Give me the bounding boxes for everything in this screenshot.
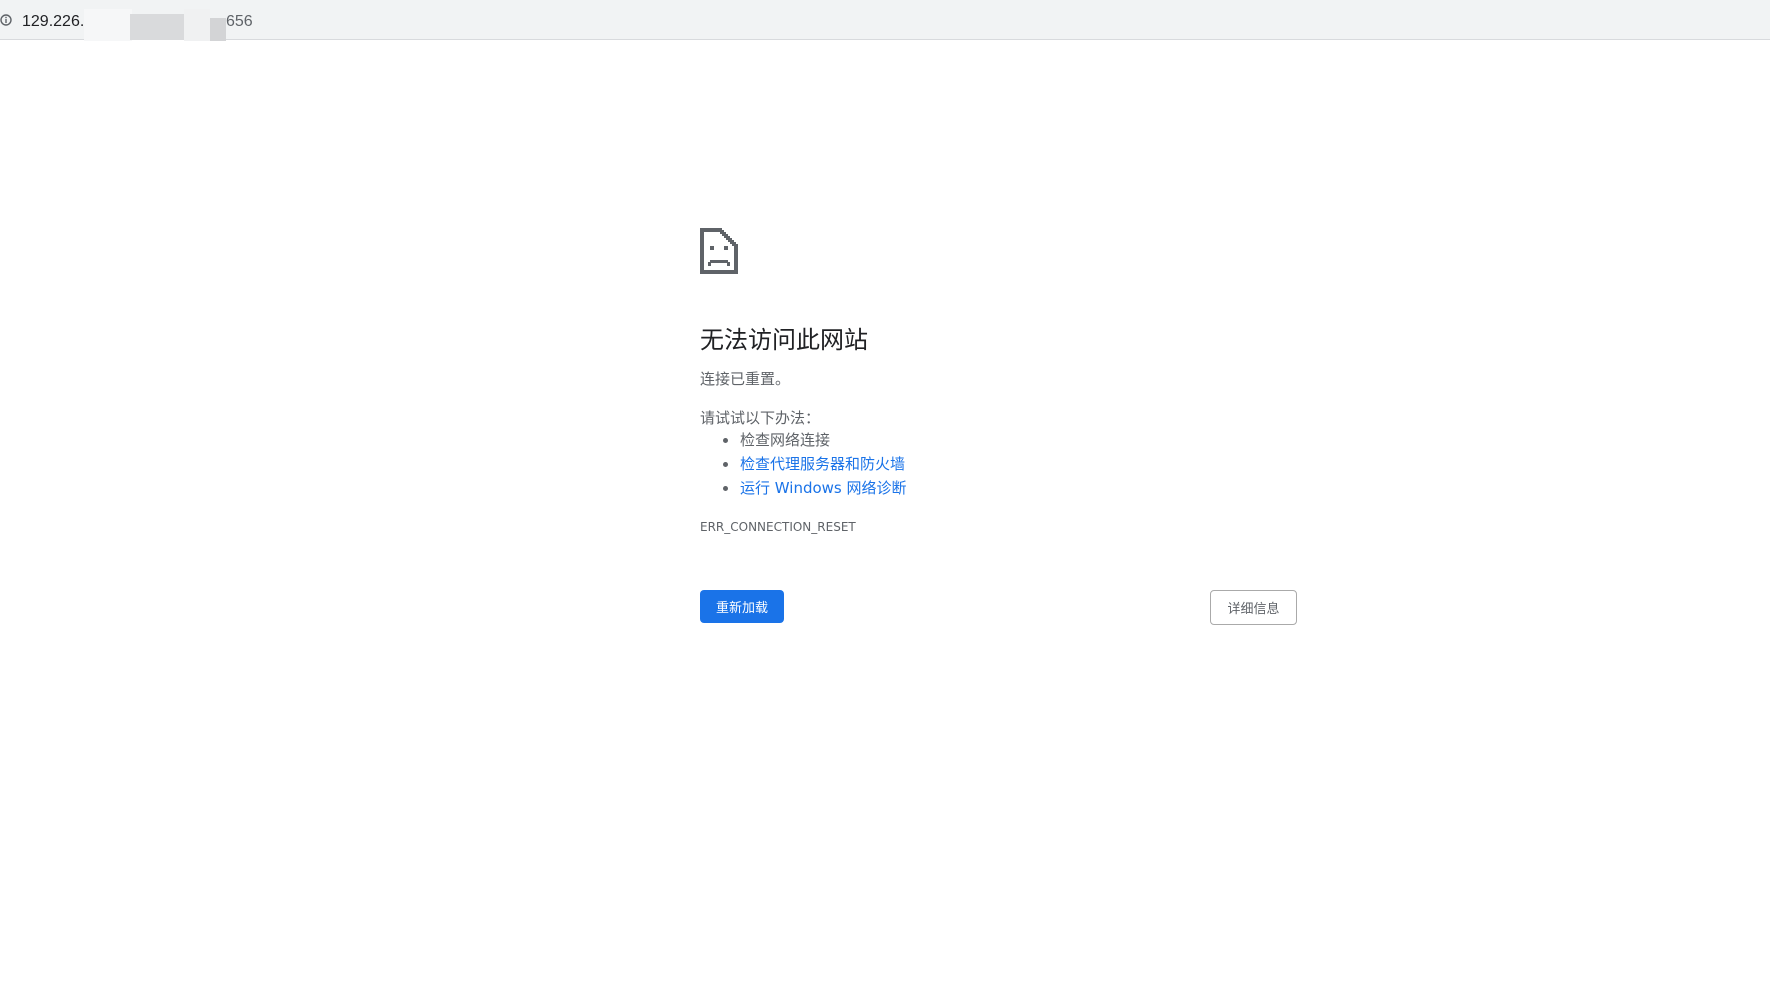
- bullet-icon: [723, 462, 728, 467]
- bullet-icon: [723, 486, 728, 491]
- reload-button[interactable]: 重新加载: [700, 590, 784, 623]
- list-item: 运行 Windows 网络诊断: [700, 476, 907, 500]
- bullet-icon: [723, 438, 728, 443]
- suggestions-list: 检查网络连接 检查代理服务器和防火墙 运行 Windows 网络诊断: [700, 428, 907, 500]
- suggestion-network-diagnostics-link[interactable]: 运行 Windows 网络诊断: [740, 479, 907, 497]
- sad-page-icon: [700, 228, 738, 274]
- error-code: ERR_CONNECTION_RESET: [700, 520, 856, 534]
- omnibox[interactable]: 129.226. 656: [0, 4, 1770, 41]
- suggestions-heading: 请试试以下办法：: [700, 409, 821, 427]
- details-button[interactable]: 详细信息: [1210, 590, 1297, 625]
- error-title: 无法访问此网站: [700, 326, 868, 354]
- url-text-prefix[interactable]: 129.226.: [22, 13, 84, 31]
- url-redaction: [210, 18, 226, 41]
- url-redaction: [184, 9, 210, 41]
- error-subtitle: 连接已重置。: [700, 370, 791, 388]
- list-item: 检查网络连接: [700, 428, 907, 452]
- info-circle-icon[interactable]: [0, 14, 12, 26]
- url-text-suffix[interactable]: 656: [226, 13, 253, 31]
- url-redaction: [130, 14, 184, 40]
- list-item: 检查代理服务器和防火墙: [700, 452, 907, 476]
- address-bar: 129.226. 656: [0, 0, 1770, 41]
- suggestion-check-network: 检查网络连接: [740, 431, 831, 449]
- url-redaction: [84, 9, 132, 41]
- suggestion-check-proxy-link[interactable]: 检查代理服务器和防火墙: [740, 455, 905, 473]
